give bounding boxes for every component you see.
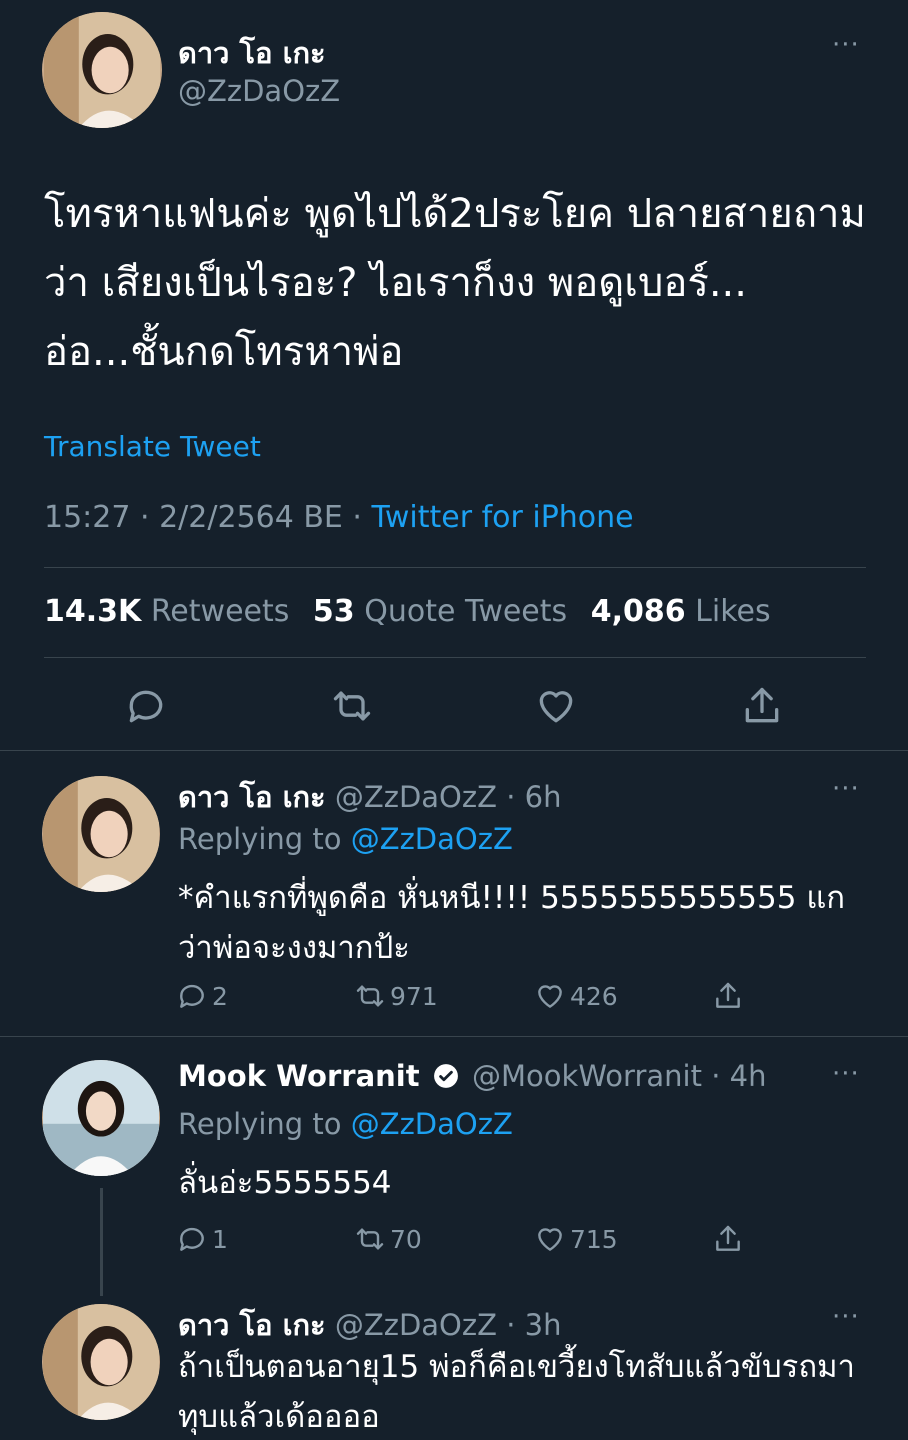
- reply-time[interactable]: · 3h: [506, 1308, 561, 1342]
- retweet-icon: [356, 985, 384, 1007]
- retweet-button[interactable]: 971: [354, 978, 438, 1014]
- replying-to-handle[interactable]: @ZzDaOzZ: [351, 1107, 513, 1141]
- like-button[interactable]: 715: [534, 1221, 618, 1257]
- like-button[interactable]: 426: [534, 978, 618, 1014]
- share-icon[interactable]: [740, 684, 784, 728]
- reply-avatar[interactable]: [42, 1304, 160, 1420]
- likes-stat[interactable]: 4,086 Likes: [591, 594, 785, 629]
- reply-author-name[interactable]: ดาว โอ เกะ: [178, 1308, 326, 1342]
- reply-text: *คำแรกที่พูดคือ หั่นหนี!!!! 555555555555…: [178, 880, 846, 966]
- reply-author-name[interactable]: ดาว โอ เกะ: [178, 780, 326, 814]
- like-count: 426: [570, 981, 618, 1011]
- quote-tweets-stat[interactable]: 53 Quote Tweets: [313, 594, 581, 629]
- more-options-icon[interactable]: ···: [832, 1059, 860, 1089]
- like-icon[interactable]: [534, 684, 578, 728]
- author-photo: [44, 12, 160, 128]
- reply-author-handle[interactable]: @ZzDaOzZ: [335, 1308, 497, 1342]
- reply-text: ถ้าเป็นตอนอายุ15 พ่อก็คือเขวี้ยงโทสับแล้…: [178, 1349, 855, 1435]
- reply-count: 2: [212, 981, 228, 1011]
- author-photo: [43, 1060, 159, 1176]
- reply-author-handle[interactable]: @MookWorranit: [472, 1059, 702, 1093]
- retweet-icon: [356, 1228, 384, 1250]
- reply-button[interactable]: 1: [176, 1221, 228, 1257]
- thread-line: [100, 1188, 103, 1296]
- reply-author-name[interactable]: Mook Worranit: [178, 1059, 420, 1093]
- retweet-button[interactable]: 70: [354, 1221, 422, 1257]
- share-button[interactable]: [712, 978, 748, 1014]
- retweet-count: 70: [390, 1224, 422, 1254]
- replying-to: Replying to @ZzDaOzZ: [178, 822, 513, 856]
- replying-to-handle[interactable]: @ZzDaOzZ: [351, 822, 513, 856]
- more-options-icon[interactable]: ···: [832, 1302, 860, 1332]
- author-photo: [43, 776, 159, 892]
- reply-time[interactable]: · 6h: [506, 780, 561, 814]
- reply-button[interactable]: 2: [176, 978, 228, 1014]
- translate-tweet-link[interactable]: Translate Tweet: [44, 430, 261, 463]
- reply-text: ลั่นอ่ะ5555554: [178, 1165, 392, 1201]
- tweet-stats: 14.3K Retweets 53 Quote Tweets 4,086 Lik…: [44, 594, 785, 629]
- reply-time[interactable]: · 4h: [711, 1059, 766, 1093]
- like-icon: [538, 1228, 562, 1251]
- retweet-count: 971: [390, 981, 438, 1011]
- tweet-source-link[interactable]: Twitter for iPhone: [372, 500, 634, 535]
- author-avatar[interactable]: [42, 12, 162, 128]
- tweet-timestamp[interactable]: 15:27 · 2/2/2564 BE ·: [44, 500, 362, 535]
- reply-count: 1: [212, 1224, 228, 1254]
- author-photo: [43, 1304, 159, 1420]
- author-name[interactable]: ดาว โอ เกะ: [178, 30, 326, 76]
- replying-to-label: Replying to: [178, 1107, 342, 1141]
- replying-to-label: Replying to: [178, 822, 342, 856]
- like-count: 715: [570, 1224, 618, 1254]
- divider: [44, 657, 866, 658]
- reply-header: ดาว โอ เกะ @ZzDaOzZ · 6h: [178, 774, 561, 820]
- replying-to: Replying to @ZzDaOzZ: [178, 1107, 513, 1141]
- more-options-icon[interactable]: ···: [832, 30, 860, 60]
- reply-icon: [180, 984, 204, 1008]
- reply-avatar[interactable]: [42, 1060, 160, 1176]
- more-options-icon[interactable]: ···: [832, 774, 860, 804]
- like-icon: [538, 985, 562, 1008]
- tweet-text: โทรหาแฟนค่ะ พูดไปได้2ประโยค ปลายสายถามว่…: [44, 191, 866, 375]
- share-icon: [716, 1225, 740, 1251]
- verified-badge-icon: [433, 1064, 458, 1088]
- reply-header: Mook Worranit @MookWorranit · 4h: [178, 1059, 766, 1093]
- reply-icon: [180, 1227, 204, 1251]
- share-button[interactable]: [712, 1221, 748, 1257]
- retweet-icon[interactable]: [330, 684, 374, 728]
- reply-avatar[interactable]: [42, 776, 160, 892]
- retweets-stat[interactable]: 14.3K Retweets: [44, 594, 303, 629]
- author-handle[interactable]: @ZzDaOzZ: [178, 74, 340, 108]
- divider: [0, 1036, 908, 1037]
- reply-icon[interactable]: [124, 684, 168, 728]
- reply-author-handle[interactable]: @ZzDaOzZ: [335, 780, 497, 814]
- tweet-meta: 15:27 · 2/2/2564 BE · Twitter for iPhone: [44, 500, 634, 535]
- divider: [44, 567, 866, 568]
- share-icon: [716, 982, 740, 1008]
- divider: [0, 750, 908, 751]
